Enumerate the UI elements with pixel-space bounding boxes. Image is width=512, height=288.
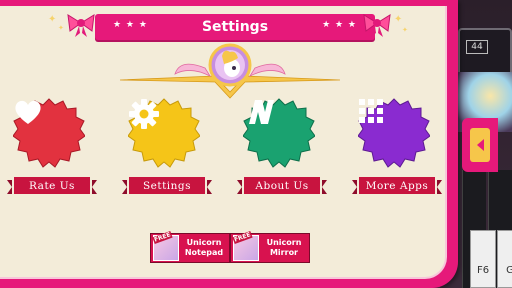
free-tag: FREE xyxy=(152,230,173,245)
collapse-panel-button[interactable] xyxy=(462,118,498,172)
settings-label[interactable]: Settings xyxy=(122,177,212,194)
gear-icon xyxy=(128,98,200,170)
sparkle-icon: ✦ xyxy=(48,14,57,25)
sparkle-icon: ✦ xyxy=(58,24,64,32)
settings-button[interactable] xyxy=(128,98,200,170)
bow-icon xyxy=(363,14,391,37)
title-stars-left: ★ ★ ★ xyxy=(113,20,148,30)
about-us-button[interactable] xyxy=(243,98,315,170)
white-key-f6[interactable]: F6 xyxy=(470,230,496,288)
free-tag: FREE xyxy=(232,230,253,245)
arrow-tab-inner xyxy=(470,128,490,162)
title-stars-right: ★ ★ ★ xyxy=(322,20,357,30)
bow-icon xyxy=(67,14,95,37)
n-logo-icon xyxy=(243,98,315,170)
notepad-app-thumbnail: FREE xyxy=(152,230,179,261)
white-key-g[interactable]: G xyxy=(497,230,512,288)
sparkle-icon: ✦ xyxy=(402,26,408,34)
rate-us-label[interactable]: Rate Us xyxy=(7,177,97,194)
about-us-label[interactable]: About Us xyxy=(237,177,327,194)
mirror-app-thumbnail: FREE xyxy=(232,230,259,261)
promo-unicorn-mirror[interactable]: FREE Unicorn Mirror xyxy=(230,230,310,263)
more-apps-label[interactable]: More Apps xyxy=(352,177,442,194)
sparkle-icon: ✦ xyxy=(394,14,403,25)
arrow-left-icon xyxy=(477,139,484,151)
unicorn-emblem xyxy=(120,43,340,99)
background-display: 44 xyxy=(466,40,488,54)
promo-title: Unicorn Mirror xyxy=(266,238,302,257)
rate-us-button[interactable] xyxy=(13,98,85,170)
heart-icon xyxy=(13,98,85,170)
dialog-title: Settings xyxy=(201,19,269,35)
promo-title: Unicorn Notepad xyxy=(184,238,224,257)
grid-icon xyxy=(358,98,430,170)
title-banner: ★ ★ ★ Settings ★ ★ ★ xyxy=(95,14,375,40)
settings-dialog: ★ ★ ★ Settings ★ ★ ★ ✦ ✦ ✦ ✦ Rate Us Set… xyxy=(0,0,458,288)
more-apps-button[interactable] xyxy=(358,98,430,170)
promo-unicorn-notepad[interactable]: FREE Unicorn Notepad xyxy=(150,230,230,263)
